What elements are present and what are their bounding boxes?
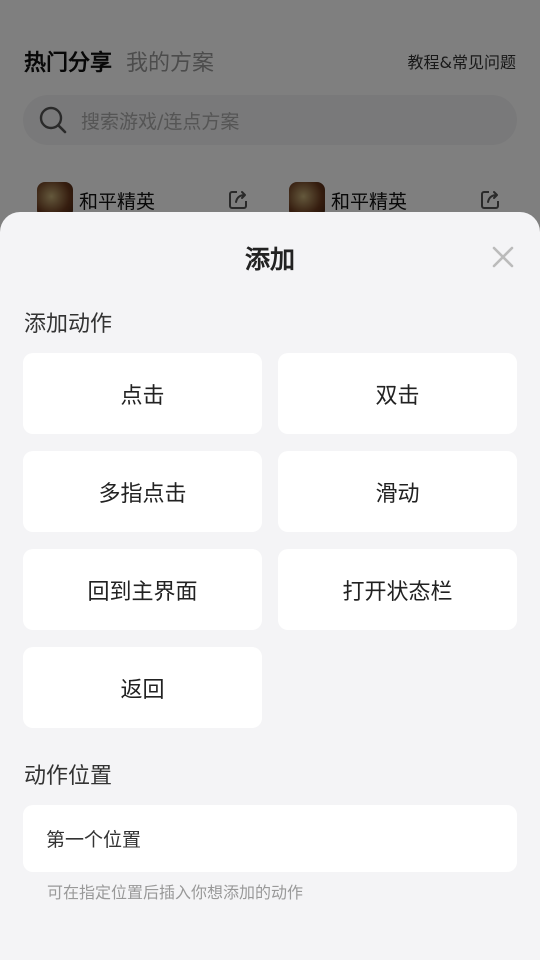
action-multi-finger-tap-button[interactable]: 多指点击 — [23, 451, 262, 532]
action-double-tap-button[interactable]: 双击 — [278, 353, 517, 434]
action-home-button[interactable]: 回到主界面 — [23, 549, 262, 630]
action-back-button[interactable]: 返回 — [23, 647, 262, 728]
action-open-status-bar-button[interactable]: 打开状态栏 — [278, 549, 517, 630]
action-swipe-button[interactable]: 滑动 — [278, 451, 517, 532]
add-action-sheet: 添加 添加动作 点击 双击 多指点击 滑动 回到主界面 打开状态栏 返回 动作位… — [0, 212, 540, 960]
action-position-select[interactable]: 第一个位置 — [23, 805, 517, 872]
close-button[interactable] — [490, 246, 516, 272]
position-section-label: 动作位置 — [24, 764, 113, 789]
sheet-title: 添加 — [244, 245, 295, 274]
position-hint: 可在指定位置后插入你想添加的动作 — [47, 883, 304, 902]
close-icon — [492, 246, 514, 272]
action-tap-button[interactable]: 点击 — [23, 353, 262, 434]
actions-section-label: 添加动作 — [24, 312, 113, 337]
